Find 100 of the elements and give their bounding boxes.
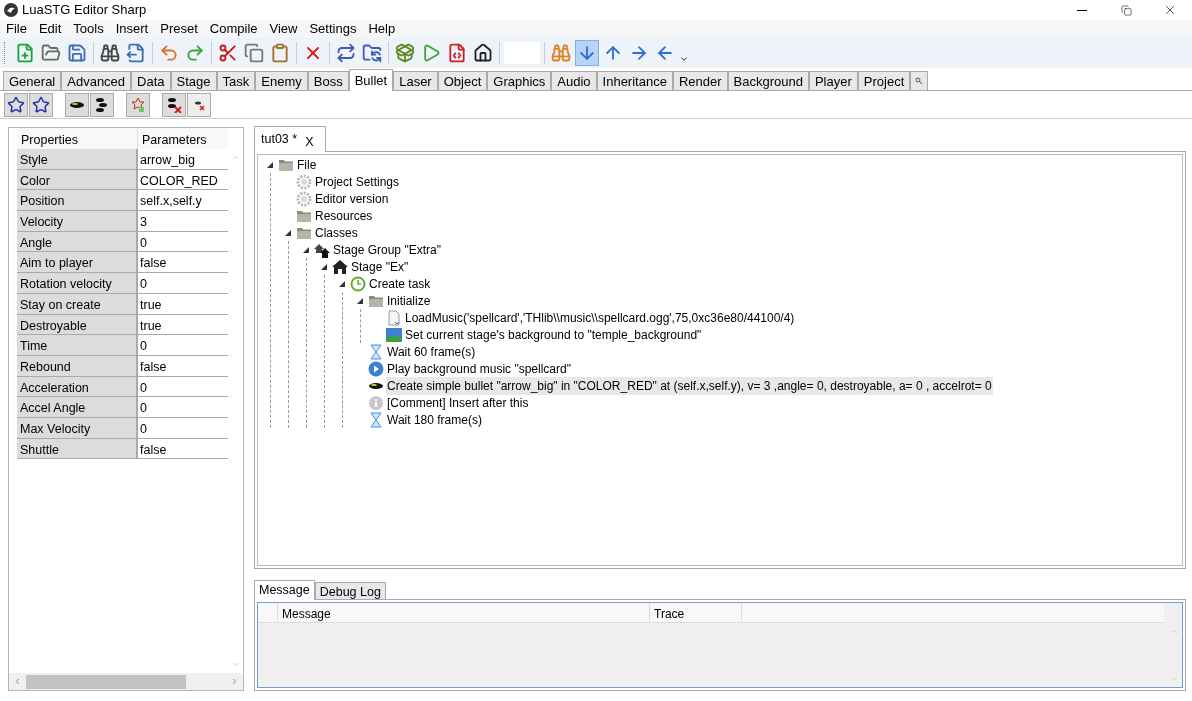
tree-node[interactable]: Wait 60 frame(s) bbox=[386, 342, 477, 361]
window-title: LuaSTG Editor Sharp bbox=[22, 1, 147, 20]
scroll-right-icon[interactable] bbox=[230, 677, 239, 686]
panel-tab[interactable]: Message bbox=[254, 580, 315, 600]
node-tab[interactable]: Bullet bbox=[348, 69, 394, 91]
tree-node[interactable]: Set current stage's background to "temple_background" bbox=[404, 325, 703, 344]
tree-node[interactable]: Stage "Ex" bbox=[350, 257, 410, 276]
tree-node[interactable]: Wait 180 frame(s) bbox=[386, 410, 483, 429]
menu-item[interactable]: Tools bbox=[67, 19, 110, 39]
node-tab[interactable]: Stage bbox=[170, 71, 217, 90]
hourglass-icon bbox=[368, 343, 384, 360]
horizontal-scrollbar-thumb[interactable] bbox=[26, 674, 186, 689]
bullets-remove-icon bbox=[166, 96, 182, 113]
new-file-icon bbox=[15, 43, 35, 63]
package-icon bbox=[395, 43, 415, 63]
search-icon bbox=[915, 77, 924, 85]
column-header[interactable]: Trace bbox=[650, 603, 742, 622]
node-tab[interactable]: Audio bbox=[551, 71, 597, 90]
arrow-down-button[interactable] bbox=[575, 40, 599, 66]
menu-item[interactable]: Preset bbox=[154, 19, 204, 39]
bullet-tool-button[interactable] bbox=[65, 92, 89, 117]
node-tab[interactable]: Boss bbox=[307, 71, 349, 90]
node-tab[interactable]: Inheritance bbox=[596, 71, 673, 90]
expander-icon[interactable] bbox=[284, 228, 292, 237]
swap-icon bbox=[336, 43, 356, 63]
tree-node[interactable]: LoadMusic('spellcard','THlib\\music\\spellcard.ogg',75,0xc36e80/44100/4) bbox=[404, 308, 796, 327]
menu-item[interactable]: Insert bbox=[109, 19, 155, 39]
property-name: Angle bbox=[17, 231, 138, 252]
node-tab[interactable]: Enemy bbox=[255, 71, 308, 90]
tab-close-button[interactable]: X bbox=[305, 133, 314, 152]
tree-node[interactable]: Create simple bullet "arrow_big" in "COLOR_RED" at (self.x,self.y), v= 3 ,angle= 0, destroyable, a= 0 , accelrot= 0 bbox=[386, 376, 993, 395]
column-header[interactable]: Message bbox=[278, 603, 650, 622]
expander-icon[interactable] bbox=[356, 296, 364, 305]
tree-node[interactable]: [Comment] Insert after this bbox=[386, 393, 530, 412]
menu-item[interactable]: Settings bbox=[303, 19, 363, 39]
house-icon bbox=[332, 258, 348, 275]
tree-node[interactable]: Project Settings bbox=[314, 172, 401, 191]
node-tab[interactable]: Graphics bbox=[487, 71, 552, 90]
clock-icon bbox=[350, 275, 366, 292]
panel-tab[interactable]: Debug Log bbox=[314, 582, 386, 599]
scroll-left-icon[interactable] bbox=[13, 677, 22, 686]
arrow-right-icon bbox=[629, 43, 649, 63]
document-tab[interactable]: tut03 * X bbox=[254, 126, 326, 152]
bullets-icon bbox=[94, 96, 110, 113]
expander-icon[interactable] bbox=[338, 279, 346, 288]
expander-icon[interactable] bbox=[320, 262, 328, 271]
tree-node[interactable]: Play background music "spellcard" bbox=[386, 359, 572, 378]
hourglass-icon bbox=[368, 411, 384, 428]
bullet-tool-button[interactable] bbox=[4, 92, 28, 117]
gear-icon bbox=[296, 190, 312, 207]
tree-node[interactable]: Editor version bbox=[314, 189, 390, 208]
node-tab[interactable]: Task bbox=[216, 71, 256, 90]
property-name: Style bbox=[17, 149, 138, 169]
overflow-icon[interactable] bbox=[679, 54, 689, 64]
node-tab[interactable]: Player bbox=[808, 71, 858, 90]
node-tab[interactable]: Laser bbox=[393, 71, 438, 90]
node-tab[interactable]: Advanced bbox=[61, 71, 132, 90]
property-name: Stay on create bbox=[17, 293, 138, 314]
tree-node[interactable]: Resources bbox=[314, 206, 374, 225]
tree-node[interactable]: Create task bbox=[368, 274, 432, 293]
tree-node[interactable]: File bbox=[296, 155, 318, 174]
minimize-icon bbox=[1077, 9, 1087, 11]
node-tab[interactable]: Project bbox=[857, 71, 911, 90]
tree-node[interactable]: Stage Group "Extra" bbox=[332, 240, 442, 259]
node-tab[interactable]: Background bbox=[727, 71, 809, 90]
expander-icon[interactable] bbox=[266, 160, 274, 169]
property-name: Max Velocity bbox=[17, 417, 138, 438]
expander-icon[interactable] bbox=[302, 245, 310, 254]
menu-item[interactable]: Edit bbox=[32, 19, 68, 39]
menu-item[interactable]: Help bbox=[362, 19, 402, 39]
column-header[interactable]: Parameters bbox=[138, 128, 228, 149]
tree-node[interactable]: Initialize bbox=[386, 291, 432, 310]
app-logo-icon bbox=[4, 3, 18, 17]
menu-item[interactable]: View bbox=[263, 19, 304, 39]
bullet-tool-button[interactable] bbox=[162, 92, 186, 117]
property-name: Destroyable bbox=[17, 314, 138, 335]
file-icon bbox=[386, 309, 402, 326]
houses-icon bbox=[314, 241, 330, 258]
property-name: Velocity bbox=[17, 211, 138, 231]
node-tab[interactable]: Object bbox=[437, 71, 488, 90]
node-tab[interactable]: General bbox=[3, 71, 62, 90]
star-add-icon bbox=[32, 95, 50, 114]
binoculars-icon bbox=[100, 43, 120, 63]
node-tab[interactable]: Render bbox=[672, 71, 728, 90]
landscape-icon bbox=[386, 326, 402, 343]
document-title: tut03 * bbox=[261, 131, 298, 148]
tree-node[interactable]: Classes bbox=[314, 223, 359, 242]
node-tab[interactable]: Data bbox=[131, 71, 171, 90]
menu-item[interactable]: File bbox=[0, 19, 33, 39]
bullet-tool-button[interactable] bbox=[29, 92, 53, 117]
binoculars-icon bbox=[551, 43, 571, 63]
bullet-tool-button[interactable] bbox=[90, 92, 114, 117]
property-name: Position bbox=[17, 190, 138, 211]
copy-icon bbox=[244, 43, 264, 63]
code-file-icon bbox=[447, 43, 467, 63]
shapes-icon bbox=[130, 96, 146, 113]
menu-item[interactable]: Compile bbox=[203, 19, 264, 39]
property-name: Rebound bbox=[17, 355, 138, 376]
save-icon bbox=[67, 43, 87, 63]
tab-search-button[interactable] bbox=[910, 71, 929, 90]
